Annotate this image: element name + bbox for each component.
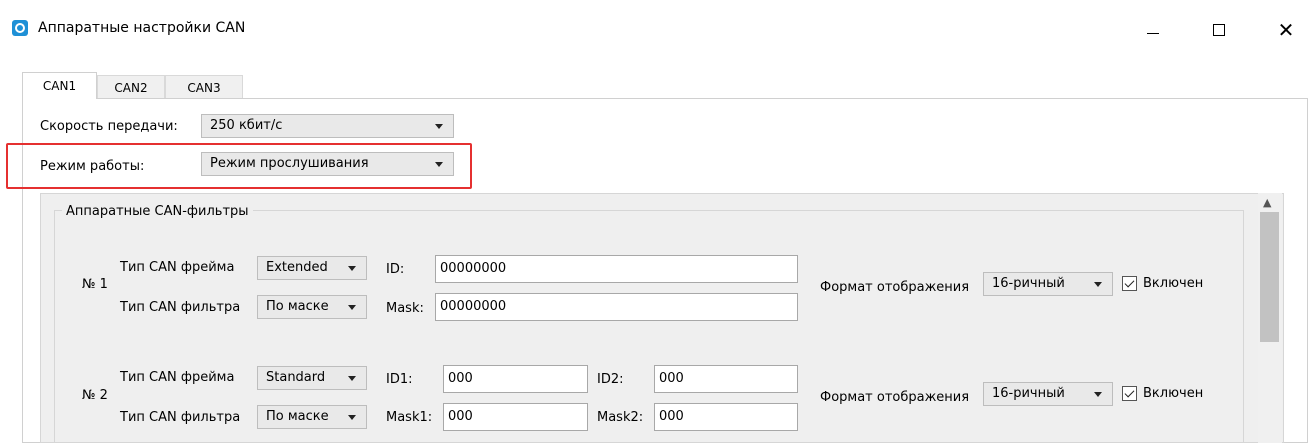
chevron-down-icon	[348, 376, 356, 381]
enabled-label: Включен	[1143, 386, 1204, 401]
chevron-down-icon	[348, 266, 356, 271]
mask1-label: Mask1:	[386, 410, 433, 425]
frame-type-select[interactable]: Extended	[257, 256, 367, 280]
filter-type-label: Тип CAN фильтра	[120, 300, 241, 315]
id2-label: ID2:	[597, 372, 624, 387]
scrollbar-thumb[interactable]	[1260, 212, 1279, 342]
title-bar: Аппаратные настройки CAN ✕	[0, 0, 1308, 60]
filter-type-select[interactable]: По маске	[257, 295, 367, 319]
mask-label: Mask:	[386, 301, 424, 316]
filter-type-label: Тип CAN фильтра	[120, 410, 241, 425]
format-select[interactable]: 16-ричный	[983, 272, 1113, 296]
id1-label: ID1:	[386, 372, 413, 387]
format-value: 16-ричный	[992, 276, 1065, 291]
tab-can2[interactable]: CAN2	[97, 75, 165, 99]
chevron-down-icon	[1094, 392, 1102, 397]
mask2-label: Mask2:	[597, 410, 644, 425]
enabled-checkbox[interactable]	[1122, 386, 1137, 401]
chevron-down-icon	[348, 415, 356, 420]
maximize-icon	[1213, 24, 1225, 36]
format-label: Формат отображения	[820, 390, 970, 405]
tab-can3[interactable]: CAN3	[165, 75, 243, 99]
speed-select[interactable]: 250 кбит/с	[201, 114, 454, 138]
filter-type-value: По маске	[266, 299, 329, 314]
frame-type-label: Тип CAN фрейма	[120, 260, 235, 275]
window-title: Аппаратные настройки CAN	[38, 20, 246, 36]
filters-group-title: Аппаратные CAN-фильтры	[62, 204, 253, 219]
id2-field[interactable]: 000	[654, 365, 798, 393]
format-label: Формат отображения	[820, 280, 970, 295]
id1-field[interactable]: 000	[443, 365, 588, 393]
filter-number: № 2	[82, 388, 108, 403]
frame-type-value: Standard	[266, 370, 326, 385]
filter-type-select[interactable]: По маске	[257, 405, 367, 429]
chevron-down-icon	[348, 305, 356, 310]
speed-label: Скорость передачи:	[40, 119, 178, 134]
filter-number: № 1	[82, 277, 108, 292]
app-icon	[12, 20, 28, 36]
format-select[interactable]: 16-ричный	[983, 382, 1113, 406]
mask1-field[interactable]: 000	[443, 403, 588, 431]
enabled-checkbox[interactable]	[1122, 276, 1137, 291]
close-button[interactable]: ✕	[1263, 12, 1308, 48]
close-icon: ✕	[1277, 18, 1295, 42]
minimize-icon	[1147, 32, 1159, 34]
filter-type-value: По маске	[266, 409, 329, 424]
tab-can1[interactable]: CAN1	[22, 72, 97, 99]
id-label: ID:	[386, 262, 405, 277]
mask-field[interactable]: 00000000	[435, 293, 798, 321]
scroll-up-icon[interactable]: ▲	[1263, 196, 1271, 209]
frame-type-select[interactable]: Standard	[257, 366, 367, 390]
frame-type-label: Тип CAN фрейма	[120, 370, 235, 385]
id-field[interactable]: 00000000	[435, 255, 798, 283]
chevron-down-icon	[1094, 282, 1102, 287]
maximize-button[interactable]	[1196, 12, 1242, 48]
chevron-down-icon	[435, 124, 443, 129]
format-value: 16-ричный	[992, 386, 1065, 401]
frame-type-value: Extended	[266, 260, 328, 275]
minimize-button[interactable]	[1130, 12, 1176, 48]
highlight-box	[6, 143, 472, 189]
enabled-label: Включен	[1143, 276, 1204, 291]
speed-select-value: 250 кбит/с	[210, 118, 283, 133]
filters-group	[54, 210, 1244, 443]
mask2-field[interactable]: 000	[654, 403, 798, 431]
